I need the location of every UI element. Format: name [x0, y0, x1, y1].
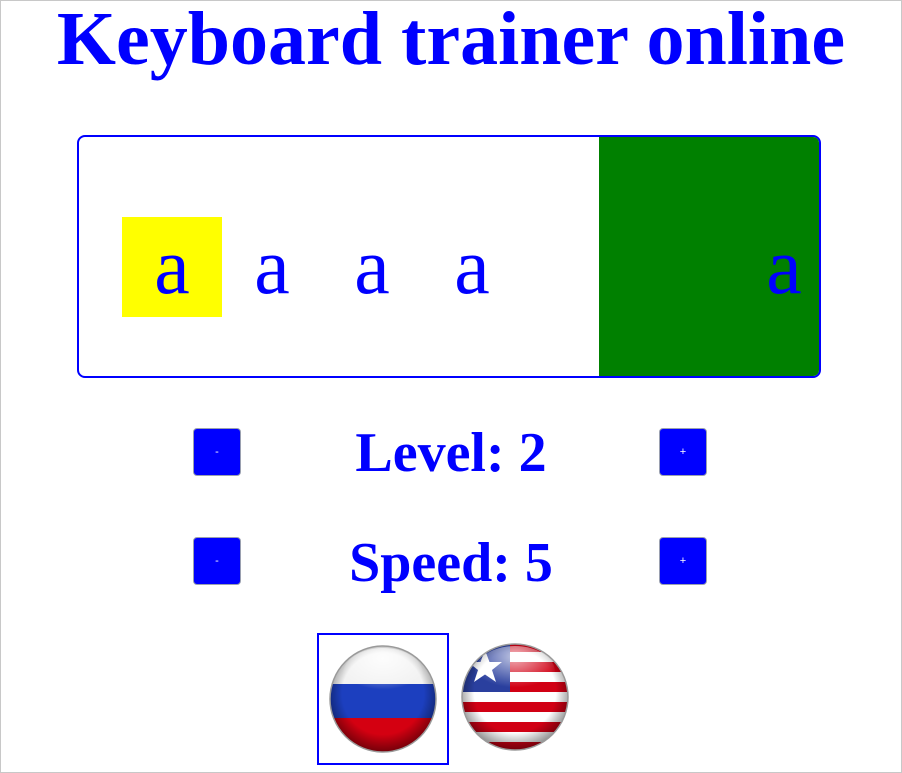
speed-label: Speed: 5	[349, 532, 553, 594]
letter-current: a	[122, 217, 222, 317]
letter-queue-2: a	[354, 223, 390, 311]
speed-increase-button[interactable]: +	[659, 537, 707, 585]
typing-area: a a a a a	[77, 135, 821, 378]
letter-queue-3: a	[454, 223, 490, 311]
language-english-button[interactable]	[460, 642, 570, 752]
speed-decrease-button[interactable]: -	[193, 537, 241, 585]
letter-queue-1: a	[254, 223, 290, 311]
liberia-flag-icon	[461, 643, 569, 751]
level-increase-button[interactable]: +	[659, 428, 707, 476]
language-russian-button[interactable]	[317, 633, 449, 765]
page-title: Keyboard trainer online	[56, 0, 846, 81]
russia-flag-icon	[329, 645, 437, 753]
level-decrease-button[interactable]: -	[193, 428, 241, 476]
level-label: Level: 2	[355, 422, 547, 484]
falling-letter: a	[766, 223, 802, 311]
